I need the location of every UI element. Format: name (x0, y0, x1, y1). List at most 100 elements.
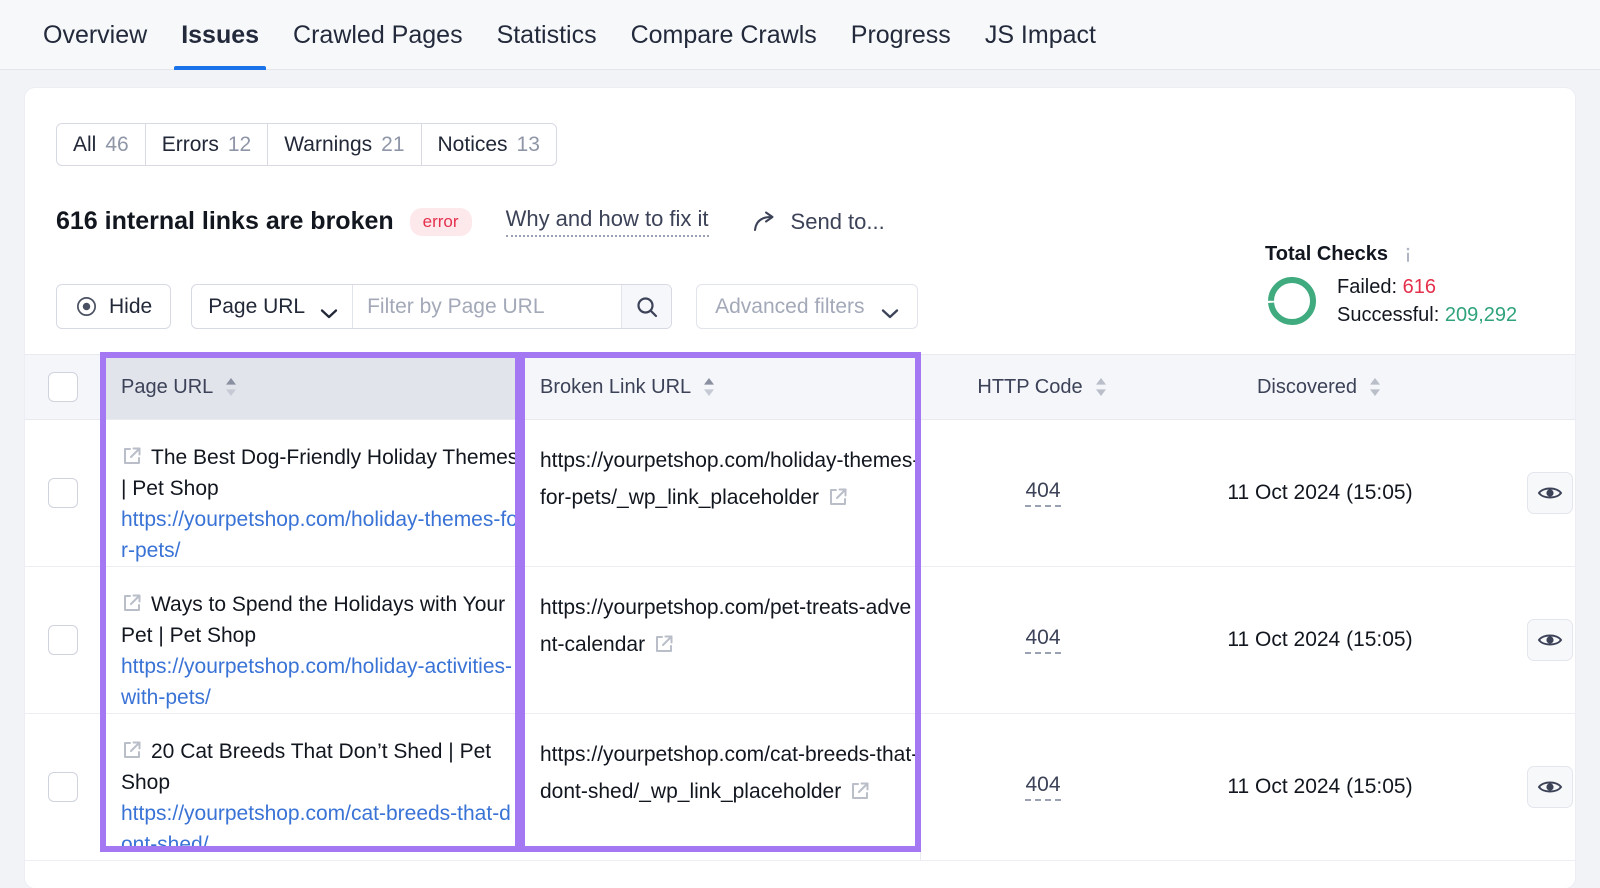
checks-failed-row: Failed: 616 (1337, 273, 1517, 301)
external-link-icon[interactable] (653, 630, 675, 652)
broken-link-url: https://yourpetshop.com/holiday-themes-f… (540, 449, 920, 509)
eye-icon (75, 295, 98, 318)
filter-warnings-count: 21 (381, 132, 405, 156)
filter-errors-label: Errors (161, 132, 219, 156)
column-header-discovered[interactable]: Discovered (1165, 355, 1475, 419)
filter-column-value: Page URL (208, 294, 306, 318)
column-header-actions (1475, 355, 1575, 419)
discovered-value: 11 Oct 2024 (15:05) (1227, 481, 1413, 504)
external-link-icon[interactable] (827, 483, 849, 505)
column-header-http-code[interactable]: HTTP Code (920, 355, 1165, 419)
http-code-value[interactable]: 404 (1025, 626, 1061, 654)
filter-errors[interactable]: Errors 12 (146, 124, 269, 165)
http-code-value[interactable]: 404 (1025, 479, 1061, 507)
filter-all-count: 46 (105, 132, 129, 156)
page-url-link[interactable]: https://yourpetshop.com/cat-breeds-that-… (121, 798, 520, 860)
view-row-button[interactable] (1527, 619, 1573, 661)
eye-icon (1537, 480, 1563, 506)
page-url-link[interactable]: https://yourpetshop.com/holiday-themes-f… (121, 504, 520, 566)
cell-broken-link-url: https://yourpetshop.com/holiday-themes-f… (520, 420, 920, 566)
issues-table: Page URL Broken Link URL HTTP Code Disco… (25, 354, 1575, 861)
external-link-icon[interactable] (849, 777, 871, 799)
table-row[interactable]: 20 Cat Breeds That Don’t Shed | Pet Shop… (25, 714, 1575, 861)
cell-actions (1475, 714, 1575, 860)
cell-http-code: 404 (920, 420, 1165, 566)
total-checks-body: Failed: 616 Successful: 209,292 (1265, 273, 1535, 329)
table-header-row: Page URL Broken Link URL HTTP Code Disco… (25, 354, 1575, 420)
select-all-cell (25, 355, 100, 419)
checks-successful-row: Successful: 209,292 (1337, 301, 1517, 329)
tab-js-impact[interactable]: JS Impact (968, 0, 1113, 70)
filter-warnings[interactable]: Warnings 21 (268, 124, 422, 165)
table-toolbar: Hide Page URL Advanced filters (56, 284, 918, 329)
total-checks-widget: Total Checks Failed: 616 Successful: 209… (1265, 243, 1535, 329)
filter-all[interactable]: All 46 (57, 124, 146, 165)
sort-icon (223, 377, 239, 397)
why-and-how-to-fix-link[interactable]: Why and how to fix it (505, 206, 709, 237)
table-row[interactable]: Ways to Spend the Holidays with Your Pet… (25, 567, 1575, 714)
cell-page-url: The Best Dog-Friendly Holiday Themes | P… (100, 420, 520, 566)
cell-page-url: Ways to Spend the Holidays with Your Pet… (100, 567, 520, 713)
select-all-checkbox[interactable] (47, 372, 78, 402)
external-link-icon (121, 739, 143, 761)
page-url-link[interactable]: https://yourpetshop.com/holiday-activiti… (121, 651, 520, 713)
row-checkbox[interactable] (47, 772, 78, 802)
hide-button-label: Hide (109, 294, 153, 318)
tab-overview[interactable]: Overview (26, 0, 164, 70)
row-checkbox[interactable] (47, 478, 78, 508)
checks-successful-label: Successful: (1337, 304, 1440, 326)
column-header-broken-link-url-label: Broken Link URL (540, 375, 692, 398)
cell-discovered: 11 Oct 2024 (15:05) (1165, 420, 1475, 566)
filter-search-input[interactable] (353, 285, 622, 328)
tab-statistics[interactable]: Statistics (480, 0, 614, 70)
broken-link-wrap: https://yourpetshop.com/cat-breeds-that-… (540, 736, 920, 810)
row-select-cell (25, 420, 100, 566)
filter-column-select[interactable]: Page URL (192, 285, 354, 328)
tab-compare-crawls[interactable]: Compare Crawls (614, 0, 834, 70)
page-title-wrap: 20 Cat Breeds That Don’t Shed | Pet Shop (121, 736, 520, 798)
share-arrow-icon (753, 211, 779, 233)
tab-crawled-pages[interactable]: Crawled Pages (276, 0, 480, 70)
sort-icon (1093, 377, 1109, 397)
discovered-value: 11 Oct 2024 (15:05) (1227, 628, 1413, 651)
search-button[interactable] (621, 285, 672, 328)
tab-issues[interactable]: Issues (164, 0, 276, 70)
http-code-value[interactable]: 404 (1025, 773, 1061, 801)
page-title-wrap: The Best Dog-Friendly Holiday Themes | P… (121, 442, 520, 504)
external-link-icon (121, 445, 143, 467)
total-checks-title: Total Checks (1265, 243, 1388, 265)
column-header-discovered-label: Discovered (1256, 375, 1358, 398)
search-icon (635, 295, 659, 319)
table-row[interactable]: The Best Dog-Friendly Holiday Themes | P… (25, 420, 1575, 567)
total-checks-header: Total Checks (1265, 243, 1535, 266)
hide-button[interactable]: Hide (56, 284, 172, 329)
cell-discovered: 11 Oct 2024 (15:05) (1165, 567, 1475, 713)
cell-discovered: 11 Oct 2024 (15:05) (1165, 714, 1475, 860)
sort-icon (701, 377, 717, 397)
advanced-filters-button[interactable]: Advanced filters (696, 284, 918, 329)
issue-header: 616 internal links are broken error Why … (56, 206, 885, 237)
external-link-icon (121, 592, 143, 614)
eye-icon (1537, 627, 1563, 653)
status-badge: error (409, 207, 472, 236)
column-header-broken-link-url[interactable]: Broken Link URL (520, 355, 920, 419)
cell-http-code: 404 (920, 567, 1165, 713)
filter-notices[interactable]: Notices 13 (422, 124, 556, 165)
column-header-page-url[interactable]: Page URL (100, 355, 520, 419)
filter-warnings-label: Warnings (284, 132, 373, 156)
filter-notices-count: 13 (516, 132, 540, 156)
advanced-filters-label: Advanced filters (715, 294, 865, 318)
chevron-down-icon (881, 301, 899, 319)
eye-icon (1537, 774, 1563, 800)
issue-title: 616 internal links are broken (56, 207, 394, 235)
send-to-button[interactable]: Send to... (753, 209, 885, 235)
page-title: Ways to Spend the Holidays with Your Pet… (121, 593, 506, 647)
tab-progress[interactable]: Progress (834, 0, 968, 70)
chevron-down-icon (320, 301, 338, 319)
view-row-button[interactable] (1527, 472, 1573, 514)
sort-icon (1367, 377, 1383, 397)
view-row-button[interactable] (1527, 766, 1573, 808)
filter-group: Page URL (191, 284, 673, 329)
row-checkbox[interactable] (47, 625, 78, 655)
info-icon[interactable] (1399, 246, 1417, 264)
